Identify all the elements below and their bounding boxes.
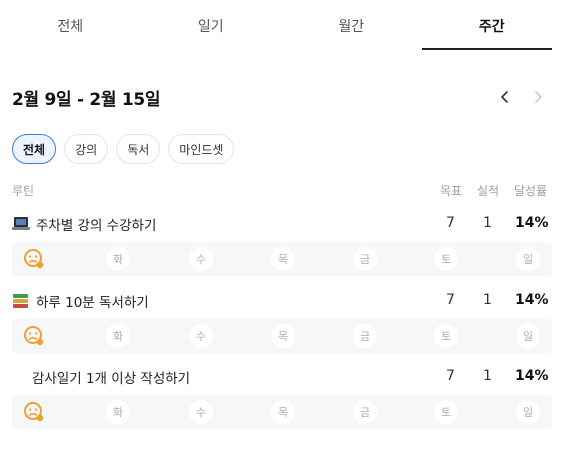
filter-chip-mindset[interactable]: 마인드셋	[168, 134, 235, 164]
day-tue[interactable]: 화	[106, 247, 130, 271]
day-fri[interactable]: 금	[353, 247, 377, 271]
day-sat[interactable]: 토	[434, 324, 458, 348]
routine-name: 주차별 강의 수강하기	[36, 218, 157, 234]
day-wed[interactable]: 수	[189, 400, 213, 424]
week-header: 2월 9일 - 2월 15일	[12, 84, 552, 110]
day-sat[interactable]: 토	[434, 400, 458, 424]
day-sun[interactable]: 일	[516, 247, 540, 271]
routine-rate: 14%	[515, 368, 549, 384]
sad-face-icon[interactable]	[22, 324, 46, 348]
routine-row[interactable]: 하루 10분 독서하기 7 1 14% 화 수 목 금 토 일	[12, 287, 552, 353]
day-thu[interactable]: 목	[271, 247, 295, 271]
day-fri[interactable]: 금	[353, 324, 377, 348]
filter-chip-lecture[interactable]: 강의	[64, 134, 109, 164]
day-wed[interactable]: 수	[189, 247, 213, 271]
routine-row[interactable]: 감사일기 1개 이상 작성하기 7 1 14% 화 수 목 금 토 일	[12, 363, 552, 429]
day-tue[interactable]: 화	[106, 324, 130, 348]
week-range-title: 2월 9일 - 2월 15일	[12, 89, 161, 110]
routine-goal: 7	[446, 292, 455, 308]
view-tabs: 전체 일기 월간 주간	[0, 0, 562, 52]
tab-monthly[interactable]: 월간	[281, 0, 422, 52]
day-thu[interactable]: 목	[271, 400, 295, 424]
routine-name: 감사일기 1개 이상 작성하기	[32, 371, 191, 387]
filter-chip-all[interactable]: 전체	[12, 134, 57, 164]
routine-actual: 1	[483, 368, 492, 384]
routine-actual: 1	[483, 292, 492, 308]
routine-goal: 7	[446, 368, 455, 384]
books-icon	[12, 293, 30, 309]
column-routine: 루틴	[12, 184, 35, 198]
day-fri[interactable]: 금	[353, 400, 377, 424]
sad-face-icon[interactable]	[22, 247, 46, 271]
day-wed[interactable]: 수	[189, 324, 213, 348]
routine-name: 하루 10분 독서하기	[36, 295, 149, 311]
column-goal: 목표	[440, 184, 463, 198]
day-tracker: 화 수 목 금 토 일	[12, 242, 552, 276]
chevron-right-icon[interactable]	[528, 85, 548, 109]
day-sun[interactable]: 일	[516, 400, 540, 424]
category-filters: 전체 강의 독서 마인드셋	[12, 134, 235, 164]
day-sat[interactable]: 토	[434, 247, 458, 271]
routine-row[interactable]: 주차별 강의 수강하기 7 1 14% 화 수 목 금 토 일	[12, 210, 552, 276]
routine-goal: 7	[446, 215, 455, 231]
routine-rate: 14%	[515, 292, 549, 308]
column-rate: 달성률	[514, 184, 548, 198]
tab-all[interactable]: 전체	[0, 0, 141, 52]
routine-actual: 1	[483, 215, 492, 231]
routine-table-header: 루틴 목표 실적 달성률	[12, 182, 552, 198]
day-tracker: 화 수 목 금 토 일	[12, 395, 552, 429]
chevron-left-icon[interactable]	[495, 85, 515, 109]
tab-weekly[interactable]: 주간	[421, 0, 562, 52]
filter-chip-reading[interactable]: 독서	[116, 134, 161, 164]
day-sun[interactable]: 일	[516, 324, 540, 348]
laptop-icon	[12, 216, 30, 232]
day-thu[interactable]: 목	[271, 324, 295, 348]
day-tracker: 화 수 목 금 토 일	[12, 319, 552, 353]
column-actual: 실적	[477, 184, 500, 198]
tab-diary[interactable]: 일기	[141, 0, 282, 52]
sad-face-icon[interactable]	[22, 400, 46, 424]
routine-rate: 14%	[515, 215, 549, 231]
day-tue[interactable]: 화	[106, 400, 130, 424]
